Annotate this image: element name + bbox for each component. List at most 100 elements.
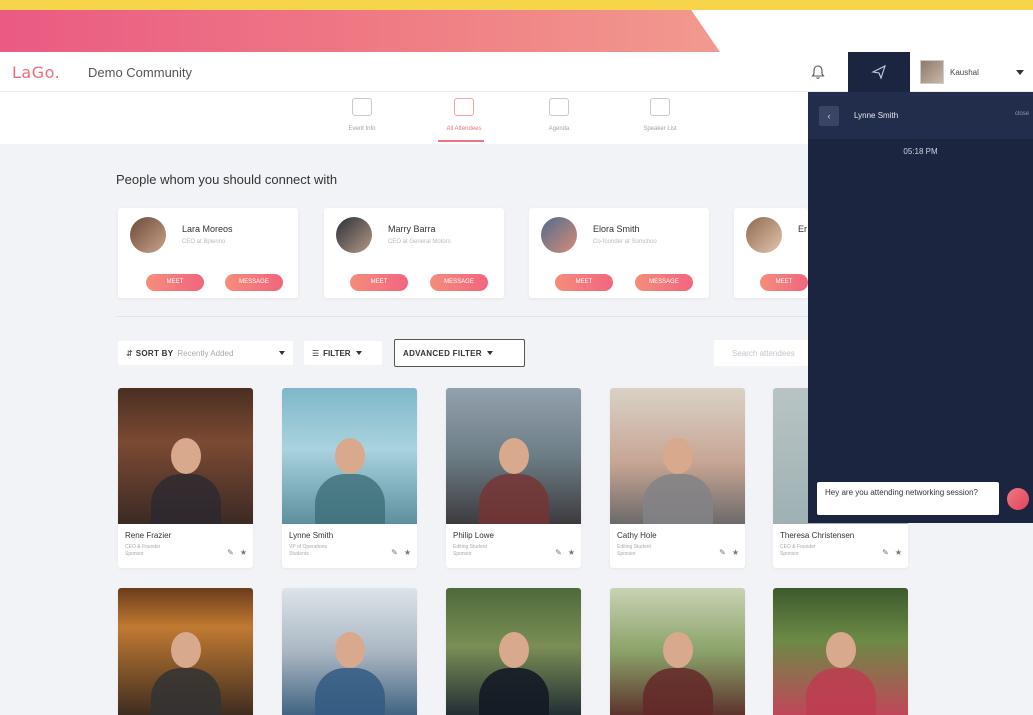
attendee-card[interactable] [446,588,581,715]
top-yellow-strip [0,0,1033,10]
back-arrow-icon[interactable]: ‹ [819,106,839,126]
chat-message: Hey are you attending networking session… [817,482,999,515]
tab-label: Event Info [348,126,376,132]
section-title: People whom you should connect with [116,172,338,187]
attendee-role: Editing Student [617,544,651,550]
top-banner [0,0,1033,52]
chat-timestamp: 05:18 PM [903,147,938,156]
tab-label: Agenda [548,126,570,132]
message-button[interactable]: MESSAGE [225,274,283,291]
filter-icon: ☰ [312,348,320,358]
star-icon[interactable]: ★ [404,548,411,557]
attendee-type: Sponsor [453,551,472,557]
search-input[interactable] [714,340,808,366]
attendee-photo [118,588,253,715]
chevron-down-icon [355,351,362,355]
edit-icon[interactable]: ✎ [719,548,726,557]
attendee-name: Philip Lowe [453,531,494,540]
top-gradient-banner [0,10,720,52]
attendee-role: CEO & Founder [125,544,161,550]
user-name: Kaushal [950,67,979,77]
attendee-card[interactable]: Philip Lowe Editing Student Sponsor ✎ ★ [446,388,581,568]
suggestion-card: Marry Barra CEO at General Motors MEET M… [324,208,504,298]
meet-button[interactable]: MEET [146,274,204,291]
star-icon[interactable]: ★ [895,548,902,557]
calendar-icon [549,98,569,116]
chat-panel: ‹ Lynne Smith close 05:18 PM Hey are you… [808,92,1033,523]
app-logo[interactable]: LaGo. [12,63,60,82]
advanced-filter-label: ADVANCED FILTER [403,348,482,358]
attendees-icon [454,98,474,116]
attendee-photo [610,588,745,715]
tab-event-info[interactable]: Event Info [332,98,392,144]
sort-icon: ⇵ [126,348,133,358]
star-icon[interactable]: ★ [240,548,247,557]
attendee-type: Sponsor [780,551,799,557]
chat-close-button[interactable]: close [1015,111,1029,117]
tab-speaker-list[interactable]: Speaker List [630,98,690,144]
attendee-photo [446,588,581,715]
info-icon [352,98,372,116]
community-name: Demo Community [88,65,193,80]
attendee-type: Sponsor [125,551,144,557]
sort-value: Recently Added [177,348,234,358]
chevron-down-icon [279,351,285,355]
star-icon[interactable]: ★ [568,548,575,557]
tab-label: All Attendees [446,126,482,132]
edit-icon[interactable]: ✎ [227,548,234,557]
star-icon[interactable]: ★ [732,548,739,557]
attendee-photo [610,388,745,524]
chevron-down-icon [1016,69,1024,75]
messages-button[interactable] [848,52,910,92]
attendee-photo [118,388,253,524]
attendee-card[interactable]: Cathy Hole Editing Student Sponsor ✎ ★ [610,388,745,568]
chevron-down-icon [486,351,493,355]
sort-label: SORT BY [135,348,174,358]
filter-dropdown[interactable]: ☰ FILTER [304,341,382,365]
tab-all-attendees[interactable]: All Attendees [434,98,494,144]
edit-icon[interactable]: ✎ [391,548,398,557]
notification-bell-icon[interactable] [806,60,830,84]
suggestion-card: Elora Smith Co-founder at Somchoo MEET M… [529,208,709,298]
attendee-name: Theresa Christensen [780,531,855,540]
speaker-icon [650,98,670,116]
meet-button[interactable]: MEET [555,274,613,291]
send-icon [871,64,886,80]
sort-dropdown[interactable]: ⇵ SORT BY Recently Added [118,341,293,365]
avatar [920,60,944,84]
avatar [130,217,166,253]
message-button[interactable]: MESSAGE [635,274,693,291]
section-tabs: Event Info All Attendees Agenda Speaker … [0,92,808,144]
meet-button[interactable]: MEET [350,274,408,291]
edit-icon[interactable]: ✎ [882,548,889,557]
suggestion-role: Co-founder at Somchoo [593,239,657,245]
attendee-card[interactable]: Rene Frazier CEO & Founder Sponsor ✎ ★ [118,388,253,568]
attendee-card[interactable] [610,588,745,715]
attendee-card[interactable] [118,588,253,715]
attendee-photo [446,388,581,524]
attendee-card[interactable] [773,588,908,715]
user-menu[interactable]: Kaushal [920,58,1030,86]
meet-button[interactable]: MEET [760,274,808,291]
attendee-name: Cathy Hole [617,531,657,540]
attendee-name: Lynne Smith [289,531,334,540]
attendee-card[interactable] [282,588,417,715]
suggestion-card: Lara Moreos CEO at Bpienno MEET MESSAGE [118,208,298,298]
avatar [336,217,372,253]
avatar [541,217,577,253]
attendee-name: Rene Frazier [125,531,172,540]
tab-agenda[interactable]: Agenda [529,98,589,144]
suggestion-name: Lara Moreos [182,224,233,234]
attendee-role: VP of Operations [289,544,327,550]
filter-label: FILTER [323,348,351,358]
edit-icon[interactable]: ✎ [555,548,562,557]
message-button[interactable]: MESSAGE [430,274,488,291]
attendee-role: Editing Student [453,544,487,550]
attendee-role: CEO & Founder [780,544,816,550]
attendee-card[interactable]: Lynne Smith VP of Operations Students ✎ ★ [282,388,417,568]
advanced-filter-button[interactable]: ADVANCED FILTER [394,339,525,367]
app-header: LaGo. Demo Community Kaushal [0,52,1033,92]
suggestion-role: CEO at General Motors [388,239,451,245]
suggestion-role: CEO at Bpienno [182,239,226,245]
attendee-photo [282,388,417,524]
